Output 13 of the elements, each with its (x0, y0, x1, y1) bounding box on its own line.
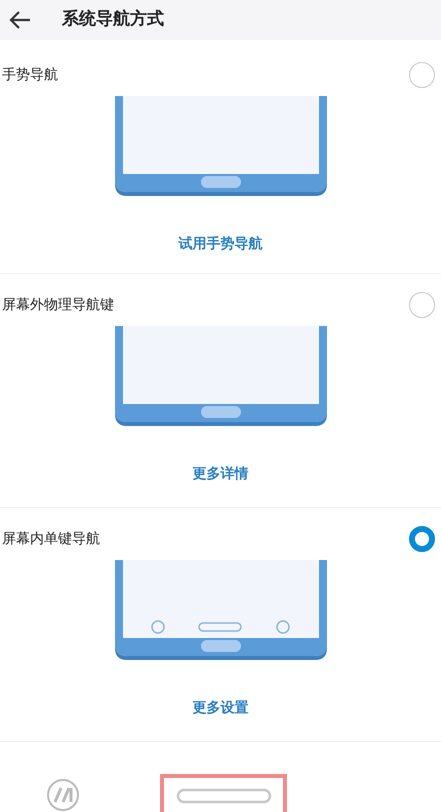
option-title: 屏幕内单键导航 (2, 530, 100, 548)
back-icon[interactable] (8, 10, 32, 30)
pill-icon[interactable] (176, 788, 272, 804)
option-link[interactable]: 更多设置 (192, 698, 248, 719)
option-title: 屏幕外物理导航键 (2, 296, 114, 314)
option-link[interactable]: 试用手势导航 (178, 234, 262, 255)
option-link[interactable]: 更多详情 (192, 464, 248, 485)
ai-icon[interactable] (46, 778, 80, 812)
radio-button[interactable] (409, 292, 435, 318)
radio-button[interactable] (409, 526, 435, 552)
radio-button[interactable] (409, 62, 435, 88)
option-title: 手势导航 (2, 66, 58, 84)
page-title: 系统导航方式 (62, 8, 164, 32)
